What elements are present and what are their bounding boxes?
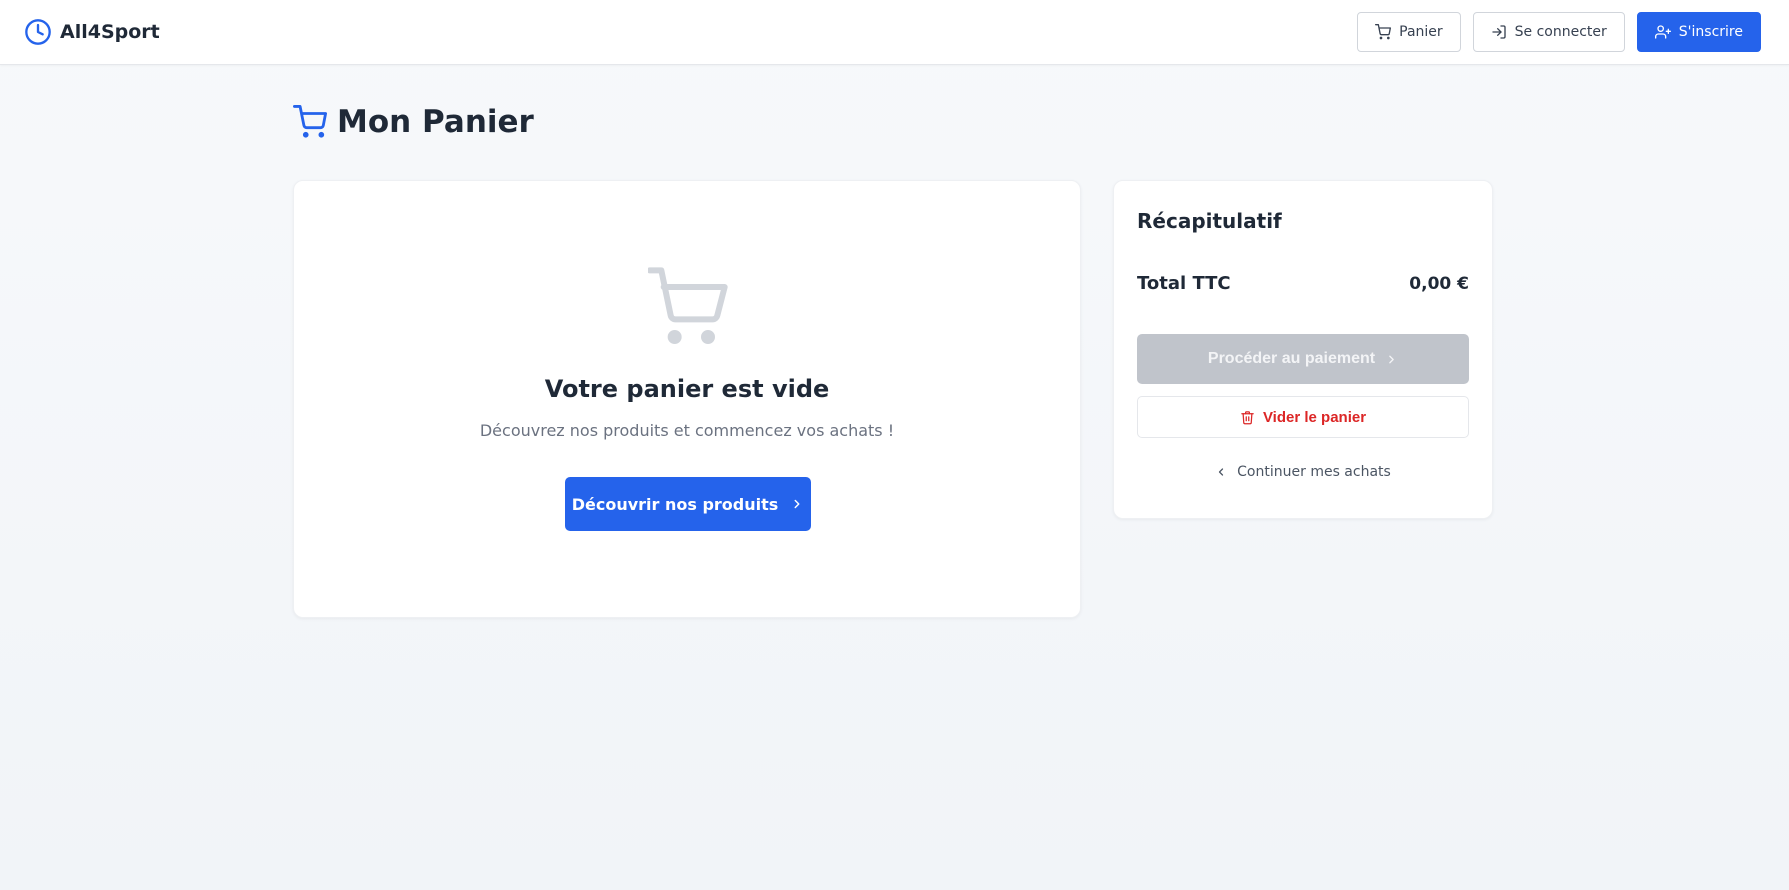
continue-shopping-link[interactable]: Continuer mes achats xyxy=(1137,461,1469,483)
empty-cart-subtitle: Découvrez nos produits et commencez vos … xyxy=(479,421,895,440)
signup-button[interactable]: S'inscrire xyxy=(1636,12,1761,52)
checkout-button[interactable]: Procéder au paiement xyxy=(1137,334,1469,384)
continue-shopping-label: Continuer mes achats xyxy=(1237,464,1391,480)
page-title-text: Mon Panier xyxy=(337,104,534,140)
order-summary-card: Récapitulatif Total TTC 0,00 € Procéder … xyxy=(1113,180,1493,519)
empty-cart-card: Votre panier est vide Découvrez nos prod… xyxy=(293,180,1081,618)
summary-title: Récapitulatif xyxy=(1137,209,1282,233)
discover-products-label: Découvrir nos produits xyxy=(571,494,779,514)
clear-cart-button[interactable]: Vider le panier xyxy=(1137,396,1469,438)
chevron-right-icon xyxy=(1389,355,1394,363)
total-label: Total TTC xyxy=(1137,273,1231,294)
brand-logo[interactable]: All4Sport xyxy=(24,18,160,46)
login-button-label: Se connecter xyxy=(1514,24,1607,40)
checkout-button-label: Procéder au paiement xyxy=(1207,350,1376,367)
clear-cart-label: Vider le panier xyxy=(1262,408,1367,426)
page-title: Mon Panier xyxy=(293,104,534,140)
cart-button-label: Panier xyxy=(1399,24,1443,40)
cart-button[interactable]: Panier xyxy=(1357,12,1461,52)
brand-name: All4Sport xyxy=(60,21,160,43)
signup-button-label: S'inscrire xyxy=(1678,24,1743,40)
cart-icon xyxy=(293,105,327,138)
empty-cart-icon xyxy=(648,267,728,344)
empty-cart-title: Votre panier est vide xyxy=(544,375,830,403)
chevron-right-icon xyxy=(794,499,800,509)
chevron-left-icon xyxy=(1219,468,1224,476)
cart-icon xyxy=(1375,24,1392,40)
trash-icon xyxy=(1241,410,1254,424)
login-button[interactable]: Se connecter xyxy=(1472,12,1625,52)
discover-products-button[interactable]: Découvrir nos produits xyxy=(565,477,811,531)
log-in-icon xyxy=(1491,25,1506,39)
clock-icon xyxy=(25,19,51,45)
total-row: Total TTC 0,00 € xyxy=(1137,273,1469,294)
nav-actions: Panier Se connecter S'inscrire xyxy=(1357,12,1761,52)
user-plus-icon xyxy=(1654,25,1671,39)
total-value: 0,00 € xyxy=(1409,273,1469,294)
top-navbar: All4Sport Panier Se connecter S'inscrire xyxy=(0,0,1789,65)
